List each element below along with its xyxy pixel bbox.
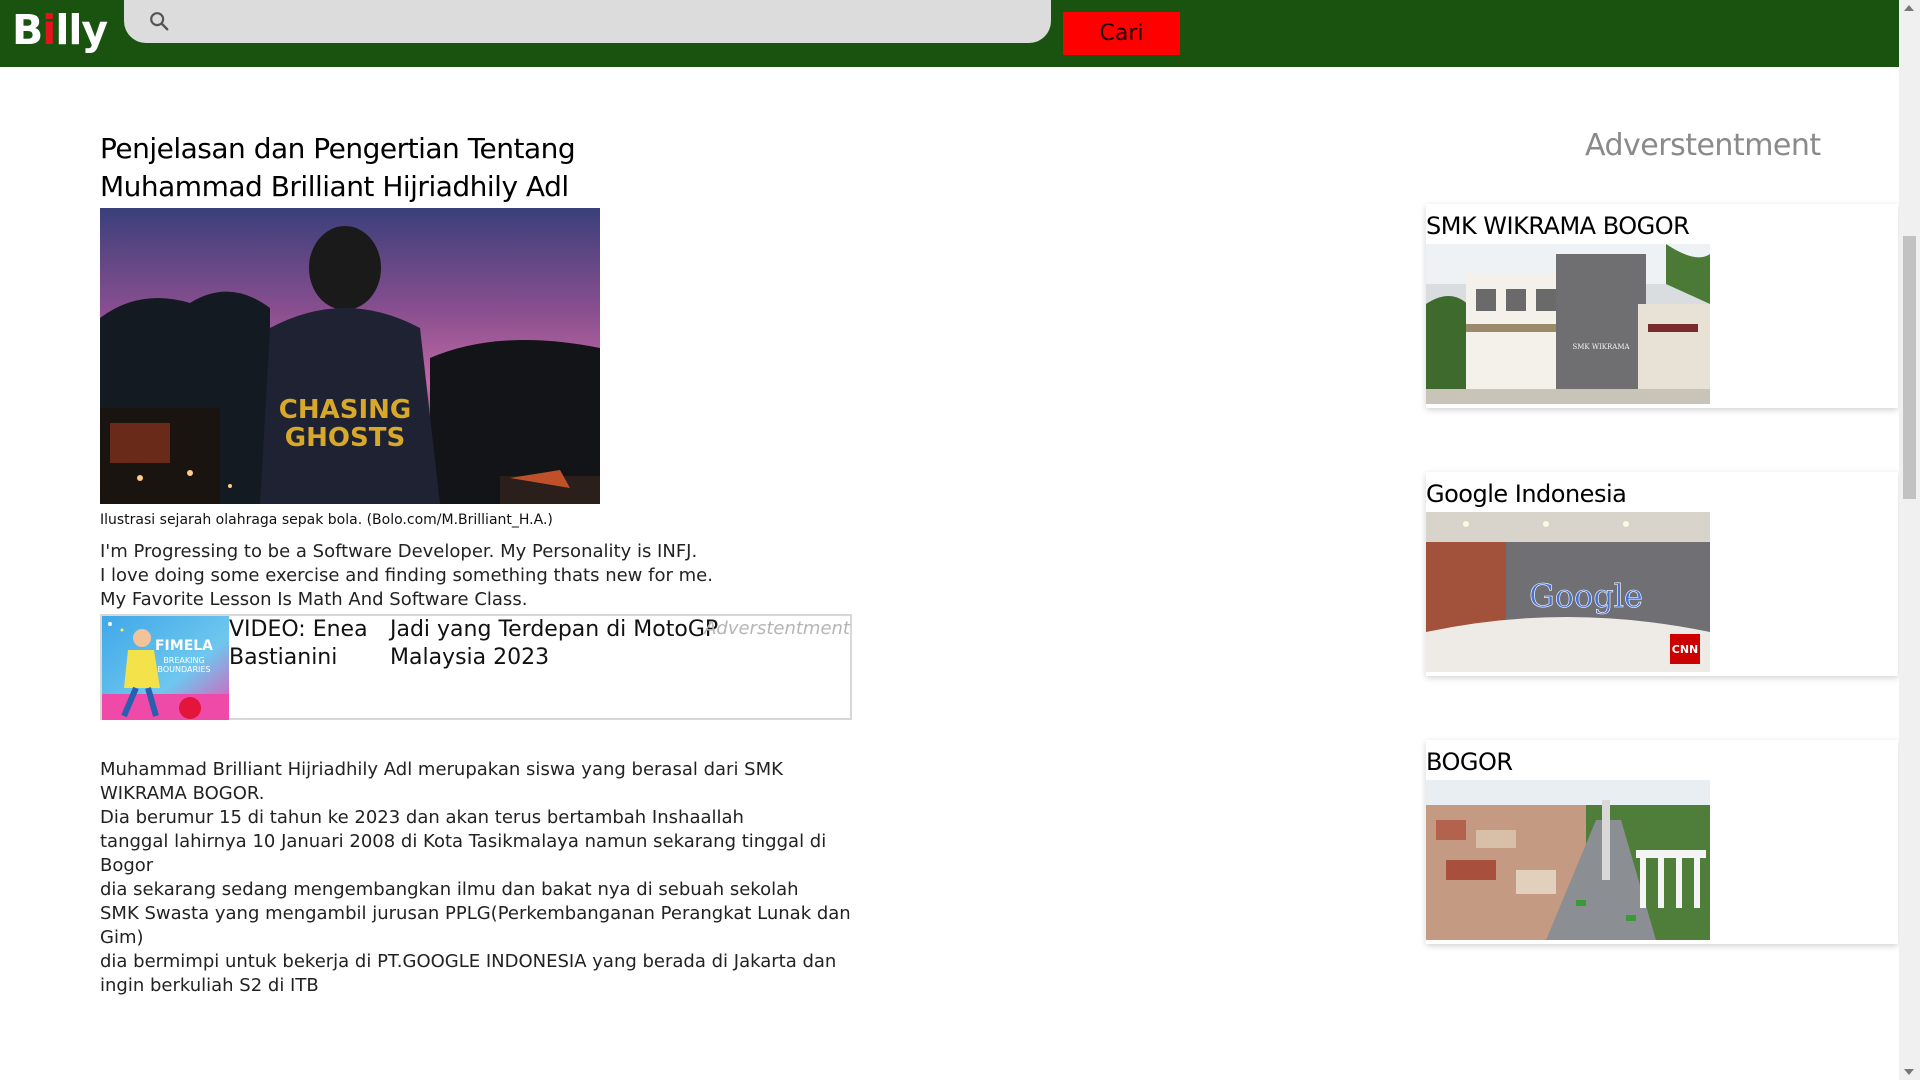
article-title-line-1: Penjelasan dan Pengertian Tentang (100, 132, 576, 165)
article-title-line-2: Muhammad Brilliant Hijriadhily Adl (100, 170, 569, 203)
ad-headline-2[interactable]: Jadi yang Terdepan di MotoGP Malaysia 20… (390, 616, 720, 672)
body-paragraph: SMK Swasta yang mengambil jurusan PPLG(P… (100, 903, 851, 948)
article-title: Penjelasan dan Pengertian Tentang Muhamm… (100, 130, 860, 206)
intro-line: My Favorite Lesson Is Math And Software … (100, 589, 528, 610)
search-button[interactable]: Cari (1063, 12, 1180, 55)
intro-text: I'm Progressing to be a Software Develop… (100, 540, 860, 612)
logo-letters-rest: lly (55, 6, 108, 54)
google-logo-text: Google (1529, 577, 1643, 615)
bogor-city-image[interactable] (1426, 780, 1710, 940)
body-paragraph: Muhammad Brilliant Hijriadhily Adl merup… (100, 759, 783, 804)
scroll-up-arrow-icon[interactable] (1904, 5, 1914, 11)
google-office-image[interactable]: Google CNN (1426, 512, 1710, 672)
article: Penjelasan dan Pengertian Tentang Muhamm… (100, 130, 860, 998)
vertical-scrollbar[interactable] (1899, 0, 1920, 1080)
sidebar-ad-card-title[interactable]: Google Indonesia (1426, 480, 1627, 508)
top-navigation-bar: Billy Cari (0, 0, 1899, 67)
search-bar[interactable] (124, 0, 1051, 43)
intro-line: I'm Progressing to be a Software Develop… (100, 541, 698, 562)
intro-line: I love doing some exercise and finding s… (100, 565, 713, 586)
image-caption: Ilustrasi sejarah olahraga sepak bola. (… (100, 512, 553, 528)
body-paragraph: tanggal lahirnya 10 Januari 2008 di Kota… (100, 831, 827, 876)
sidebar-ad-card[interactable]: SMK WIKRAMA BOGOR SMK WIKRAMA (1426, 204, 1898, 408)
ad-thumbnail-tagline: BREAKING (163, 656, 204, 665)
school-sign-text: SMK WIKRAMA (1572, 343, 1630, 351)
scrollbar-thumb[interactable] (1903, 236, 1916, 499)
ad-thumbnail-tagline: BOUNDARIES (157, 665, 210, 674)
ad-headline-1[interactable]: VIDEO: Enea Bastianini (229, 616, 379, 672)
logo-letter-b: B (12, 6, 43, 54)
scroll-down-arrow-icon[interactable] (1904, 1069, 1914, 1075)
inline-advertisement[interactable]: FIMELA BREAKING BOUNDARIES VIDEO: Enea B… (100, 614, 852, 720)
ad-thumbnail-brand: FIMELA (155, 638, 213, 654)
ad-label: Adverstentment (704, 618, 850, 639)
body-paragraph: dia sekarang sedang mengembangkan ilmu d… (100, 879, 799, 900)
sidebar-ad-heading: Adverstentment (1585, 128, 1821, 163)
search-icon (150, 12, 169, 31)
school-building-image[interactable]: SMK WIKRAMA (1426, 244, 1710, 404)
sidebar-ad-card[interactable]: Google Indonesia Google CNN (1426, 472, 1898, 676)
hero-image-text: CHASING (279, 395, 411, 425)
sidebar-ad-card[interactable]: BOGOR (1426, 740, 1898, 944)
search-input[interactable] (188, 6, 1032, 38)
article-body: Muhammad Brilliant Hijriadhily Adl merup… (100, 758, 860, 998)
svg-text:GHOSTS: GHOSTS (285, 423, 405, 453)
sidebar-ad-card-title[interactable]: SMK WIKRAMA BOGOR (1426, 212, 1690, 240)
body-paragraph: dia bermimpi untuk bekerja di PT.GOOGLE … (100, 951, 837, 996)
sidebar-ad-card-title[interactable]: BOGOR (1426, 748, 1513, 776)
logo-letter-i: i (42, 6, 56, 54)
site-logo[interactable]: Billy (12, 6, 108, 54)
body-paragraph: Dia berumur 15 di tahun ke 2023 dan akan… (100, 807, 744, 828)
cnn-badge: CNN (1672, 643, 1699, 656)
ad-thumbnail[interactable]: FIMELA BREAKING BOUNDARIES (102, 616, 229, 720)
hero-image: CHASING GHOSTS (100, 208, 600, 504)
